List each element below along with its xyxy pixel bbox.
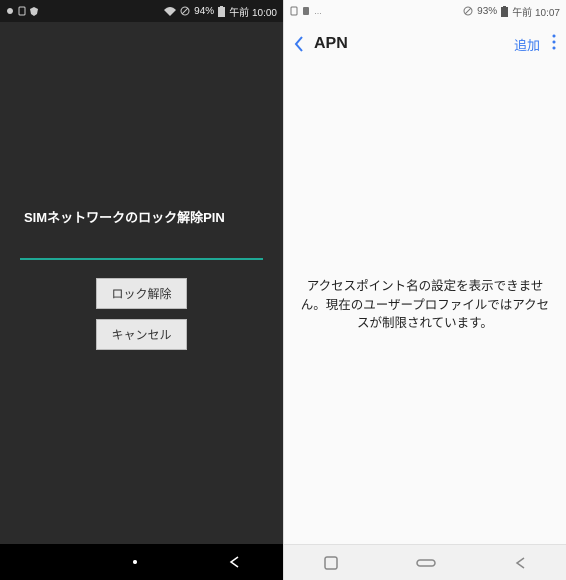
shield-icon <box>30 7 38 16</box>
back-button[interactable] <box>513 556 527 570</box>
android-navbar-left <box>0 544 283 580</box>
wifi-icon <box>164 7 176 16</box>
status-bar-right: … 93% 午前 10:07 <box>284 0 566 22</box>
more-menu-button[interactable] <box>552 34 556 55</box>
pin-input[interactable] <box>20 232 263 260</box>
apn-content: アクセスポイント名の設定を表示できません。現在のユーザープロファイルではアクセス… <box>284 66 566 544</box>
sim-unlock-label: SIMネットワークのロック解除PIN <box>24 207 225 226</box>
status-bar-left: 94% 午前 10:00 <box>0 0 283 22</box>
status-right-icons: 94% 午前 10:00 <box>164 4 277 19</box>
notif-dots: … <box>314 7 322 16</box>
apn-header: APN 追加 <box>284 22 566 66</box>
sim-unlock-panel: SIMネットワークのロック解除PIN ロック解除 キャンセル <box>0 22 283 544</box>
no-signal-icon <box>463 6 473 16</box>
screen-sim-unlock: 94% 午前 10:00 SIMネットワークのロック解除PIN ロック解除 キャ… <box>0 0 283 580</box>
more-vert-icon <box>552 34 556 50</box>
status-left-icons <box>6 6 38 16</box>
recents-button[interactable] <box>128 555 142 569</box>
chevron-left-icon <box>294 36 304 52</box>
status-left-icons-r: … <box>290 6 322 16</box>
apn-restricted-message: アクセスポイント名の設定を表示できません。現在のユーザープロファイルではアクセス… <box>300 277 550 333</box>
back-button[interactable] <box>294 36 304 52</box>
page-title: APN <box>314 35 514 53</box>
notif-icon <box>290 6 298 16</box>
screen-apn-settings: … 93% 午前 10:07 APN 追加 アクセスポイント名の設定を表示できま… <box>283 0 566 580</box>
unlock-button[interactable]: ロック解除 <box>96 278 186 309</box>
cancel-button[interactable]: キャンセル <box>96 319 186 350</box>
no-signal-icon <box>180 6 190 16</box>
notif-icon <box>302 6 310 16</box>
android-navbar-right <box>284 544 566 580</box>
battery-icon <box>501 6 508 17</box>
status-right-icons-r: 93% 午前 10:07 <box>463 4 560 19</box>
notif-icon <box>6 7 14 15</box>
clock-text: 午前 10:00 <box>229 4 277 19</box>
recents-button[interactable] <box>323 555 339 571</box>
add-button[interactable]: 追加 <box>514 35 540 54</box>
battery-pct: 93% <box>477 6 497 17</box>
battery-icon <box>218 6 225 17</box>
home-button[interactable] <box>416 557 436 569</box>
back-button[interactable] <box>227 555 241 569</box>
clock-text: 午前 10:07 <box>512 4 560 19</box>
battery-pct: 94% <box>194 6 214 17</box>
notif-icon <box>18 6 26 16</box>
